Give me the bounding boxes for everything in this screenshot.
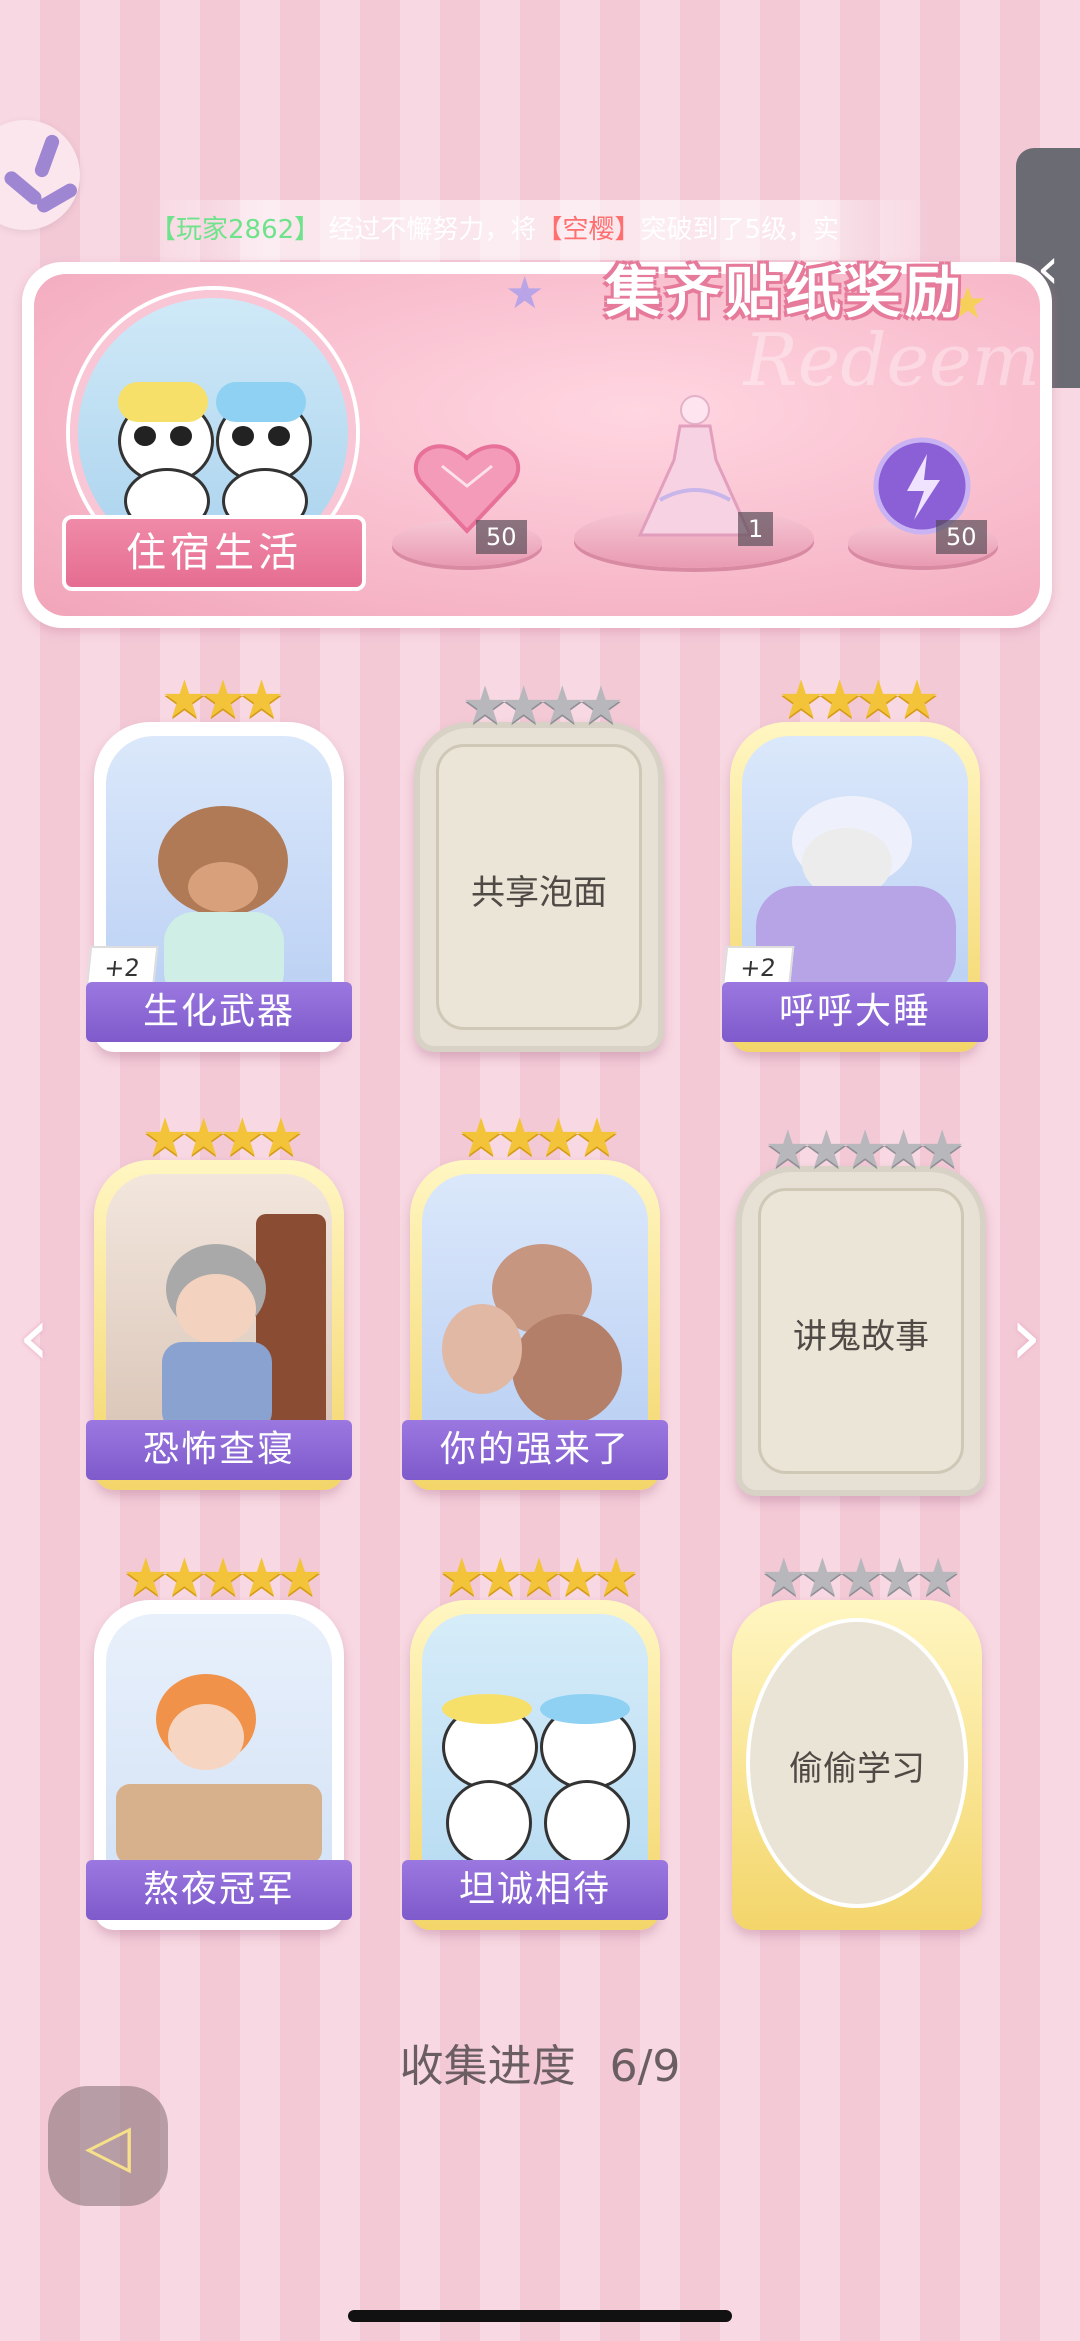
star-rating: ★★★★★ xyxy=(760,1548,961,1608)
sticker-art xyxy=(106,1614,332,1894)
star-rating: ★★★★★ xyxy=(438,1548,639,1608)
sticker-card[interactable]: ★★★ +2 生化武器 xyxy=(85,670,352,1052)
sticker-card[interactable]: ★★★★★ 熬夜冠军 xyxy=(86,1548,352,1930)
sticker-name: 共享泡面 xyxy=(471,873,607,913)
locked-frame: 共享泡面 xyxy=(436,744,642,1030)
sticker-name: 偷偷学习 xyxy=(789,1749,925,1789)
progress-value: 6/9 xyxy=(609,2041,681,2092)
sticker-card-locked[interactable]: ★★★★ 共享泡面 xyxy=(414,676,664,1052)
sticker-name: 生化武器 xyxy=(86,982,352,1042)
sticker-art xyxy=(422,1614,648,1894)
reward-qty: 50 xyxy=(936,520,987,554)
star-rating: ★★★★ xyxy=(777,670,940,730)
star-icon: ★ xyxy=(505,268,545,319)
sticker-name: 呼呼大睡 xyxy=(722,982,988,1042)
sticker-art xyxy=(106,1174,332,1454)
star-rating: ★★★★ xyxy=(141,1108,304,1168)
sticker-name: 恐怖查寝 xyxy=(86,1420,352,1480)
star-rating: ★★★ xyxy=(161,670,285,730)
sticker-card-locked[interactable]: ★★★★★ 讲鬼故事 xyxy=(736,1120,986,1496)
star-rating: ★★★★★ xyxy=(122,1548,323,1608)
next-page-arrow-icon[interactable]: › xyxy=(1010,1290,1042,1383)
back-arrow-icon: ◁ xyxy=(84,2111,132,2181)
locked-frame: 讲鬼故事 xyxy=(758,1188,964,1474)
prev-page-arrow-icon[interactable]: ‹ xyxy=(18,1290,50,1383)
progress-label: 收集进度 xyxy=(399,2041,576,2092)
sticker-card-locked[interactable]: ★★★★★ 偷偷学习 xyxy=(732,1548,982,1930)
star-rating: ★★★★ xyxy=(461,676,624,736)
sticker-card[interactable]: ★★★★ +2 呼呼大睡 xyxy=(721,670,988,1052)
ticker-user: 【玩家2862】 xyxy=(150,215,321,245)
sticker-name: 你的强来了 xyxy=(402,1420,668,1480)
banner-bg-word: Redeem xyxy=(743,318,1040,402)
sticker-card[interactable]: ★★★★★ 坦诚相待 xyxy=(402,1548,668,1930)
home-indicator[interactable] xyxy=(348,2310,732,2322)
star-rating: ★★★★ xyxy=(457,1108,620,1168)
sticker-card[interactable]: ★★★★ 你的强来了 xyxy=(402,1108,668,1490)
reward-qty: 1 xyxy=(738,512,774,546)
locked-frame: 偷偷学习 xyxy=(746,1618,968,1908)
ticker-text-2: 突破到了5级，实 xyxy=(640,215,839,245)
ticker-text: 经过不懈努力，将 xyxy=(320,215,537,245)
sticker-card[interactable]: ★★★★ 恐怖查寝 xyxy=(86,1108,352,1490)
banner-title: 集齐贴纸奖励 xyxy=(605,261,965,326)
sticker-name: 坦诚相待 xyxy=(402,1860,668,1920)
star-rating: ★★★★★ xyxy=(764,1120,965,1180)
reward-qty: 50 xyxy=(476,520,527,554)
collection-progress: 收集进度 6/9 xyxy=(0,2030,1080,2094)
ticker-item: 【空樱】 xyxy=(536,215,641,245)
menu-flower-icon[interactable] xyxy=(0,120,80,230)
sticker-name: 熬夜冠军 xyxy=(86,1860,352,1920)
sticker-name: 讲鬼故事 xyxy=(793,1317,929,1357)
album-label: 住宿生活 xyxy=(62,515,366,591)
back-button[interactable]: ◁ xyxy=(48,2086,168,2206)
sticker-art xyxy=(422,1174,648,1454)
